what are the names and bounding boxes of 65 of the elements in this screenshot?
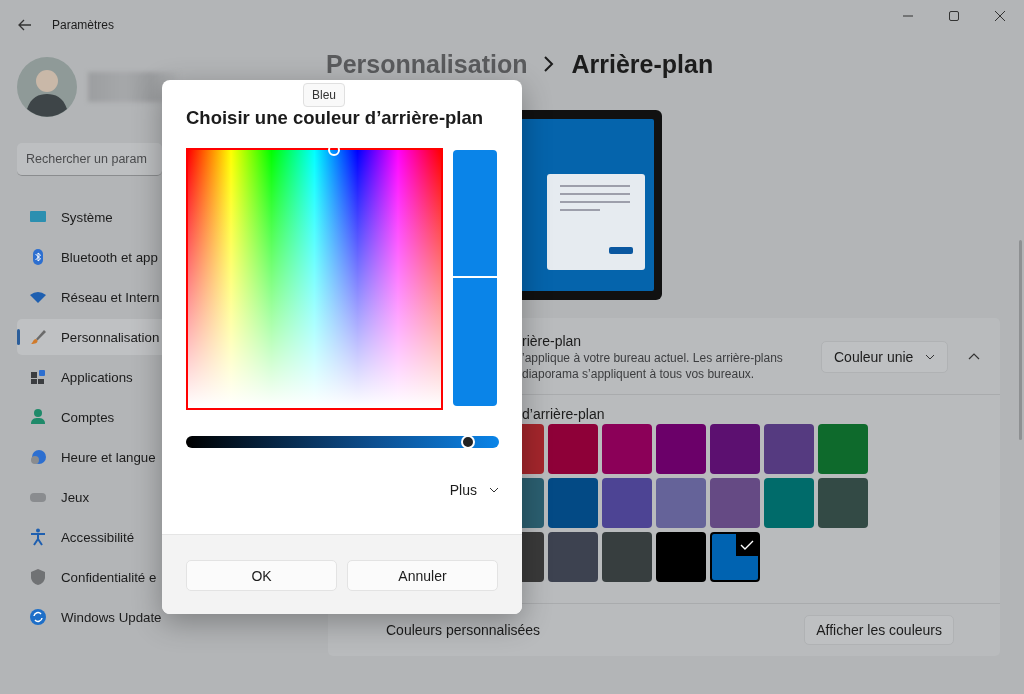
color-swatch[interactable]	[522, 532, 544, 582]
chevron-down-icon	[925, 354, 935, 360]
brush-icon	[29, 328, 47, 346]
maximize-icon[interactable]	[948, 10, 960, 22]
color-spectrum[interactable]	[186, 148, 443, 410]
color-swatch[interactable]	[656, 478, 706, 528]
setting-description: ’applique à votre bureau actuel. Les arrière-plans	[522, 350, 783, 366]
setting-title: rière-plan	[522, 332, 583, 350]
sidebar-item[interactable]: Confidentialité e	[17, 559, 162, 595]
color-swatch[interactable]	[710, 424, 760, 474]
background-type-dropdown[interactable]: Couleur unie	[821, 341, 948, 373]
sidebar-item[interactable]: Jeux	[17, 479, 162, 515]
color-swatch[interactable]	[656, 424, 706, 474]
apps-icon	[29, 368, 47, 386]
setting-description: diaporama s’appliquent à tous vos bureaux.	[522, 366, 756, 382]
sidebar-item[interactable]: Windows Update	[17, 599, 162, 635]
color-swatch[interactable]	[764, 424, 814, 474]
dialog-title: Choisir une couleur d’arrière-plan	[186, 106, 485, 130]
search-input[interactable]: Rechercher un param	[17, 152, 161, 166]
checkmark-icon	[736, 534, 758, 556]
chevron-right-icon	[543, 55, 556, 73]
color-swatch[interactable]	[818, 424, 868, 474]
colors-label: d’arrière-plan	[522, 406, 605, 422]
sidebar-item[interactable]: Bluetooth et app	[17, 239, 162, 275]
color-swatch[interactable]	[764, 478, 814, 528]
shield-icon	[29, 568, 47, 586]
color-swatch[interactable]	[522, 478, 544, 528]
color-swatch[interactable]	[602, 532, 652, 582]
sidebar-item[interactable]: Accessibilité	[17, 519, 162, 555]
cancel-button[interactable]: Annuler	[347, 560, 498, 591]
sidebar-item[interactable]: Personnalisation	[17, 319, 162, 355]
tooltip: Bleu	[303, 83, 346, 107]
color-swatch[interactable]	[602, 478, 652, 528]
view-colors-button[interactable]: Afficher les couleurs	[804, 615, 954, 645]
sidebar-item[interactable]: Applications	[17, 359, 162, 395]
accessibility-icon	[29, 528, 47, 546]
sidebar-item[interactable]: Système	[17, 199, 162, 235]
color-swatch[interactable]	[548, 532, 598, 582]
color-swatch[interactable]	[522, 424, 544, 474]
slider-thumb[interactable]	[460, 435, 475, 449]
sidebar-item[interactable]: Heure et langue	[17, 439, 162, 475]
page-title: Arrière-plan	[571, 50, 714, 78]
back-icon[interactable]	[18, 19, 32, 31]
sidebar-item[interactable]: Réseau et Intern	[17, 279, 162, 315]
brightness-slider[interactable]	[186, 436, 499, 448]
search-field[interactable]: Rechercher un param	[17, 143, 162, 176]
color-swatch[interactable]	[656, 532, 706, 582]
ok-button[interactable]: OK	[186, 560, 337, 591]
scrollbar[interactable]	[1019, 240, 1022, 440]
person-icon	[29, 408, 47, 426]
window-title: Paramètres	[52, 18, 115, 32]
sync-icon	[29, 608, 47, 626]
color-swatch[interactable]	[548, 424, 598, 474]
avatar	[17, 57, 77, 117]
custom-colors-label: Couleurs personnalisées	[386, 622, 541, 638]
color-swatch[interactable]	[602, 424, 652, 474]
color-swatch[interactable]	[548, 478, 598, 528]
color-swatch[interactable]	[710, 478, 760, 528]
sidebar-item[interactable]: Comptes	[17, 399, 162, 435]
more-toggle[interactable]: Plus	[449, 482, 499, 498]
color-swatch[interactable]	[710, 532, 760, 582]
chevron-down-icon	[489, 487, 499, 493]
close-icon[interactable]	[994, 10, 1006, 22]
chevron-icon[interactable]	[968, 352, 980, 360]
color-swatch[interactable]	[818, 478, 868, 528]
